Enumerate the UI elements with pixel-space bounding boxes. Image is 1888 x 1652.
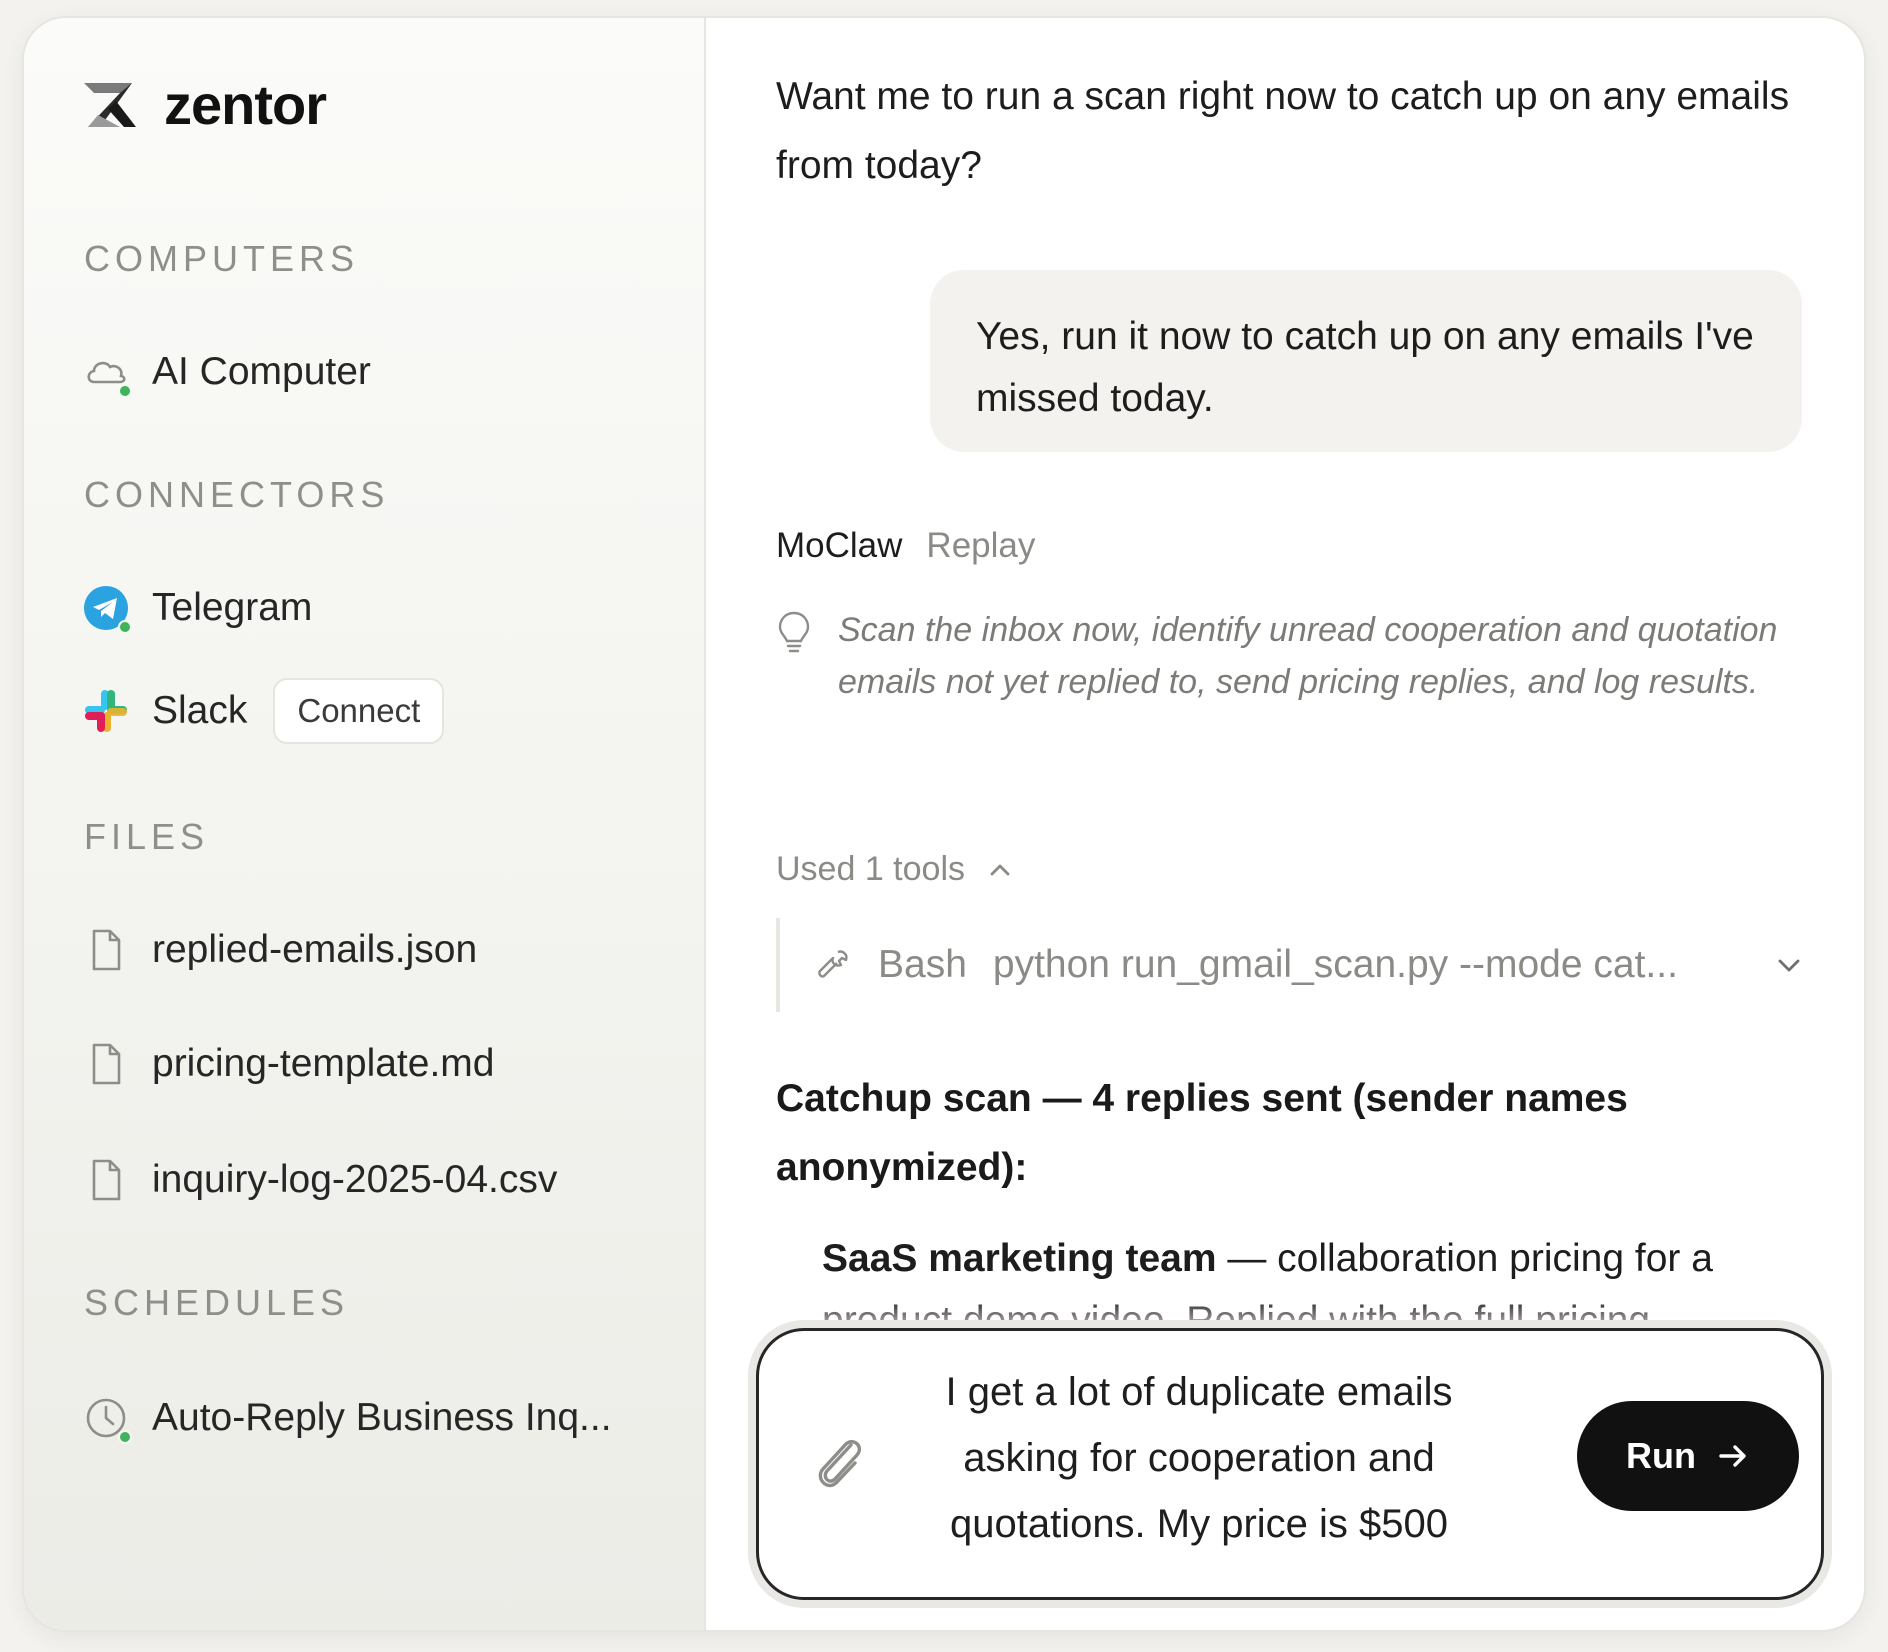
agent-name: MoClaw bbox=[776, 526, 903, 565]
telegram-icon bbox=[82, 584, 132, 634]
active-status-dot bbox=[118, 1430, 132, 1444]
slack-connect-button[interactable]: Connect bbox=[273, 678, 445, 744]
arrow-right-icon bbox=[1719, 1445, 1746, 1467]
app-window: zentor COMPUTERS AI Computer CONNECTORS … bbox=[22, 16, 1866, 1632]
zentor-logo-icon bbox=[84, 82, 136, 127]
sidebar-item-file[interactable]: pricing-template.md bbox=[82, 1040, 494, 1088]
connectors-section-title: CONNECTORS bbox=[84, 474, 390, 515]
summary-item-sender: SaaS marketing team bbox=[822, 1237, 1217, 1280]
file-icon bbox=[82, 926, 130, 974]
replay-button[interactable]: Replay bbox=[926, 526, 1035, 566]
paperclip-icon[interactable] bbox=[809, 1431, 869, 1497]
run-button[interactable]: Run bbox=[1577, 1401, 1799, 1511]
chat-panel: Want me to run a scan right now to catch… bbox=[706, 18, 1864, 1630]
schedules-section-title: SCHEDULES bbox=[84, 1282, 350, 1323]
tool-name: Bash bbox=[878, 943, 967, 986]
connected-status-dot bbox=[118, 620, 132, 634]
sidebar: zentor COMPUTERS AI Computer CONNECTORS … bbox=[24, 18, 706, 1630]
message-input[interactable]: I get a lot of duplicate emails asking f… bbox=[919, 1359, 1479, 1557]
assistant-message: Want me to run a scan right now to catch… bbox=[776, 75, 1790, 187]
used-tools-toggle[interactable]: Used 1 tools bbox=[776, 850, 1015, 889]
used-tools-label: Used 1 tools bbox=[776, 850, 965, 888]
chevron-down-icon[interactable] bbox=[1772, 948, 1806, 982]
file-icon bbox=[82, 1156, 130, 1204]
file-name: inquiry-log-2025-04.csv bbox=[152, 1158, 558, 1201]
online-status-dot bbox=[118, 384, 132, 398]
sidebar-item-file[interactable]: inquiry-log-2025-04.csv bbox=[82, 1156, 557, 1204]
file-name: pricing-template.md bbox=[152, 1042, 495, 1085]
slack-icon bbox=[82, 687, 130, 735]
thought-text: Scan the inbox now, identify unread coop… bbox=[838, 611, 1778, 701]
logo[interactable]: zentor bbox=[80, 72, 327, 137]
tool-command: python run_gmail_scan.py --mode cat... bbox=[992, 943, 1678, 986]
sidebar-item-slack[interactable]: Slack Connect bbox=[82, 678, 445, 744]
sidebar-item-schedule[interactable]: Auto-Reply Business Inq... bbox=[82, 1394, 612, 1444]
tool-call-row[interactable]: Bash python run_gmail_scan.py --mode cat… bbox=[776, 918, 1816, 1012]
scan-summary-heading: Catchup scan — 4 replies sent (sender na… bbox=[776, 1077, 1628, 1189]
cloud-icon bbox=[82, 348, 132, 398]
agent-header: MoClaw Replay bbox=[776, 526, 1035, 566]
user-message-bubble: Yes, run it now to catch up on any email… bbox=[930, 270, 1802, 452]
run-button-label: Run bbox=[1626, 1435, 1696, 1476]
agent-thought: Scan the inbox now, identify unread coop… bbox=[776, 604, 1798, 708]
message-composer[interactable]: I get a lot of duplicate emails asking f… bbox=[756, 1328, 1824, 1600]
file-icon bbox=[82, 1040, 130, 1088]
schedule-name: Auto-Reply Business Inq... bbox=[152, 1396, 612, 1439]
clock-icon bbox=[82, 1394, 132, 1444]
file-name: replied-emails.json bbox=[152, 928, 478, 971]
sidebar-item-ai-computer[interactable]: AI Computer bbox=[82, 348, 371, 398]
sidebar-item-label: Slack bbox=[152, 689, 248, 732]
lightbulb-icon bbox=[778, 611, 810, 653]
files-section-title: FILES bbox=[84, 816, 210, 857]
sidebar-item-file[interactable]: replied-emails.json bbox=[82, 926, 477, 974]
computers-section-title: COMPUTERS bbox=[84, 238, 360, 279]
wrench-icon bbox=[818, 950, 848, 978]
sidebar-item-label: Telegram bbox=[152, 586, 313, 629]
app-name: zentor bbox=[164, 73, 327, 136]
sidebar-item-label: AI Computer bbox=[152, 350, 371, 393]
sidebar-item-telegram[interactable]: Telegram bbox=[82, 584, 313, 634]
chevron-up-icon bbox=[990, 864, 1010, 875]
